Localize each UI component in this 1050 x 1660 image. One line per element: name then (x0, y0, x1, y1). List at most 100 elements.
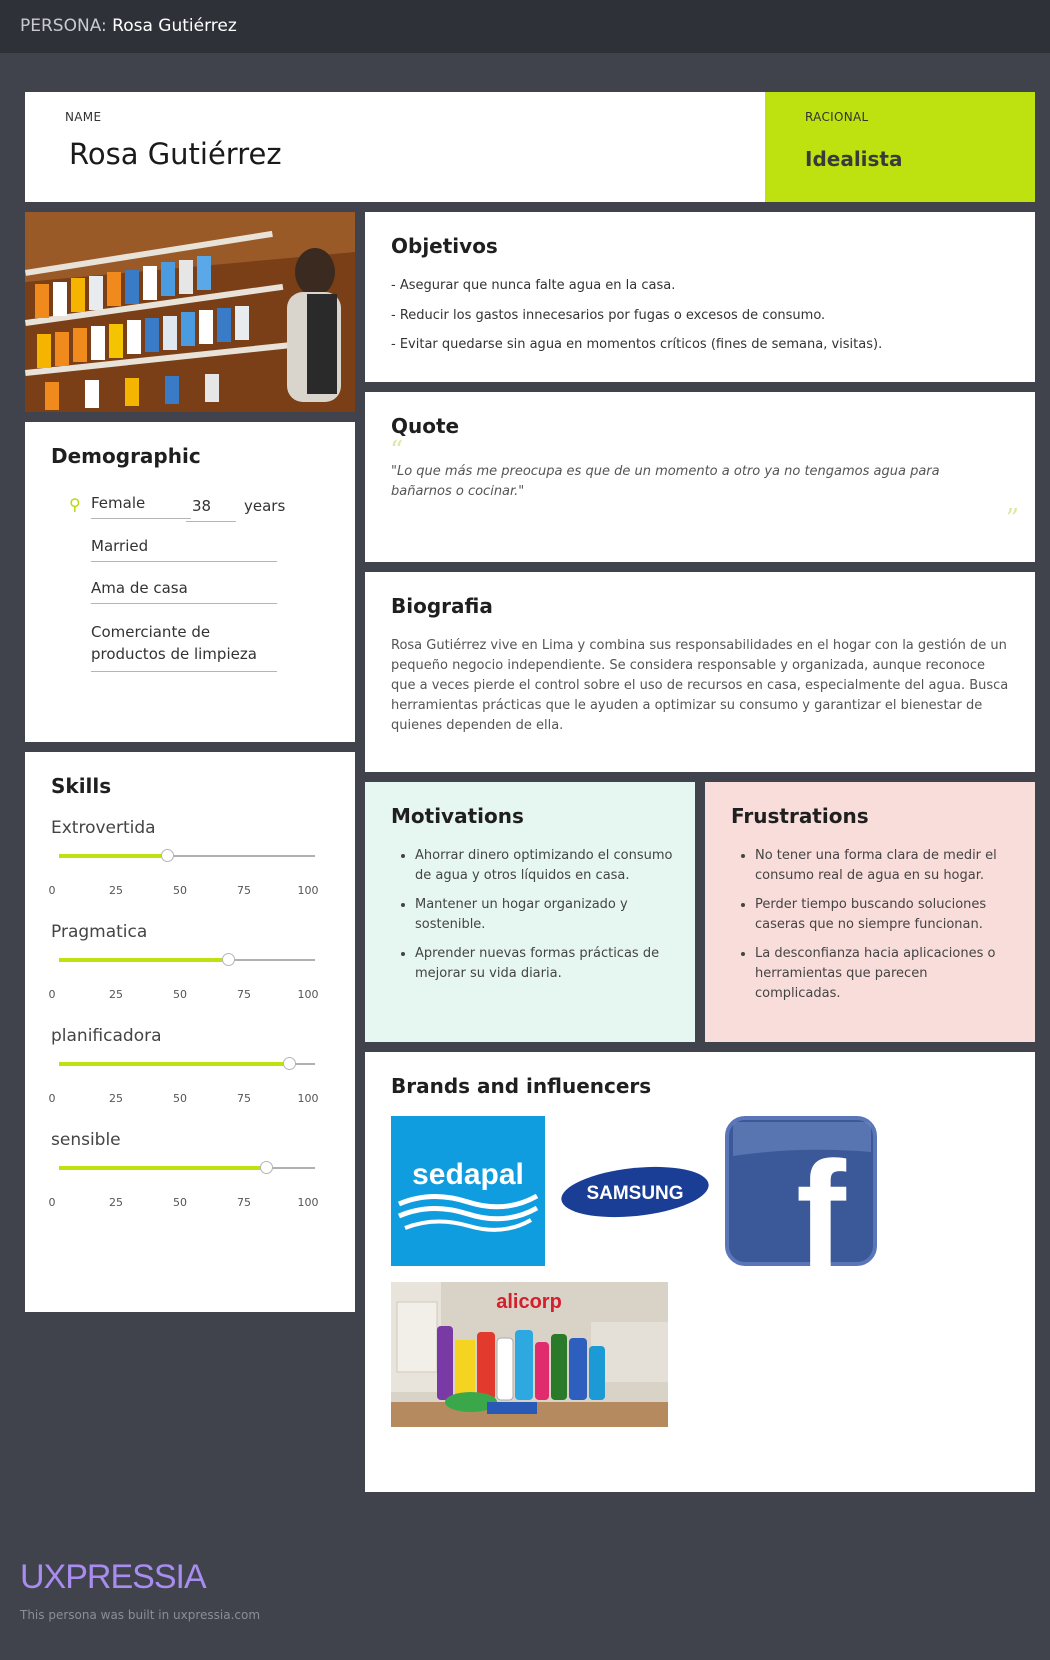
skills-title: Skills (51, 774, 112, 798)
slider-handle[interactable] (283, 1057, 297, 1070)
list-item: La desconfianza hacia aplicaciones o her… (755, 944, 1013, 1004)
tick-label: 50 (173, 1092, 187, 1105)
slider-track[interactable] (59, 1161, 315, 1174)
list-item: Aprender nuevas formas prácticas de mejo… (415, 944, 673, 984)
tick-label: 100 (297, 1196, 319, 1209)
racional-card: RACIONAL Idealista (765, 92, 1035, 202)
skill-slider[interactable]: Extrovertida 0 25 50 75 100 (25, 818, 355, 922)
slider-fill (59, 958, 228, 962)
slider-ticks: 0 25 50 75 100 (25, 1196, 355, 1210)
tick-label: 0 (48, 988, 56, 1001)
skill-name: Extrovertida (51, 818, 156, 838)
slider-track[interactable] (59, 953, 315, 966)
slider-ticks: 0 25 50 75 100 (25, 884, 355, 898)
tick-label: 50 (173, 1196, 187, 1209)
tick-label: 75 (237, 884, 251, 897)
racional-value[interactable]: Idealista (805, 147, 903, 171)
alicorp-wordmark: alicorp (496, 1291, 562, 1313)
objetivo-line: - Asegurar que nunca falte agua en la ca… (391, 278, 676, 293)
close-quote-icon: ” (1005, 504, 1019, 534)
slider-fill (59, 1062, 290, 1066)
gender-field[interactable]: ⚲ Female (69, 494, 191, 519)
persona-title-name: Rosa Gutiérrez (112, 16, 237, 36)
samsung-wordmark: SAMSUNG (586, 1183, 683, 1204)
tick-label: 50 (173, 884, 187, 897)
slider-ticks: 0 25 50 75 100 (25, 1092, 355, 1106)
alicorp-products-image[interactable]: alicorp (391, 1282, 668, 1427)
tick-label: 25 (109, 1092, 123, 1105)
slider-handle[interactable] (160, 849, 174, 862)
racional-label: RACIONAL (805, 110, 869, 124)
skill-slider[interactable]: sensible 0 25 50 75 100 (25, 1130, 355, 1234)
motivations-card: Motivations Ahorrar dinero optimizando e… (365, 782, 695, 1042)
slider-fill (59, 1166, 267, 1170)
slider-track[interactable] (59, 1057, 315, 1070)
tick-label: 75 (237, 1196, 251, 1209)
objetivo-line: - Reducir los gastos innecesarios por fu… (391, 308, 826, 323)
female-icon: ⚲ (69, 495, 81, 514)
occupation-field[interactable]: Comerciante de productos de limpieza (91, 621, 277, 672)
marital-status-field[interactable]: Married (91, 537, 277, 562)
tick-label: 100 (297, 1092, 319, 1105)
objetivos-card: Objetivos - Asegurar que nunca falte agu… (365, 212, 1035, 382)
role-field[interactable]: Ama de casa (91, 579, 277, 604)
brands-card: Brands and influencers sedapal SAMSUNG f (365, 1052, 1035, 1492)
name-card: NAME Rosa Gutiérrez (25, 92, 765, 202)
tick-label: 0 (48, 1196, 56, 1209)
biografia-card: Biografia Rosa Gutiérrez vive en Lima y … (365, 572, 1035, 772)
tick-label: 50 (173, 988, 187, 1001)
facebook-icon[interactable]: f (725, 1116, 877, 1298)
skills-card: Skills Extrovertida 0 25 50 75 100 Pragmatica 0… (25, 752, 355, 1312)
sedapal-logo[interactable]: sedapal (391, 1116, 545, 1266)
frustrations-list: No tener una forma clara de medir el con… (755, 846, 1013, 1013)
facebook-letter: f (796, 1130, 847, 1266)
age-field[interactable]: 38 (186, 497, 236, 522)
skill-name: planificadora (51, 1026, 162, 1046)
slider-handle[interactable] (221, 953, 235, 966)
quote-card: Quote “ "Lo que más me preocupa es que d… (365, 392, 1035, 562)
tick-label: 75 (237, 1092, 251, 1105)
skill-slider[interactable]: planificadora 0 25 50 75 100 (25, 1026, 355, 1130)
occupation-line-2: productos de limpieza (91, 645, 257, 663)
demographic-title: Demographic (51, 444, 201, 468)
motivations-title: Motivations (391, 804, 524, 828)
list-item: Perder tiempo buscando soluciones casera… (755, 895, 1013, 935)
slider-ticks: 0 25 50 75 100 (25, 988, 355, 1002)
frustrations-card: Frustrations No tener una forma clara de… (705, 782, 1035, 1042)
slider-track[interactable] (59, 849, 315, 862)
skill-name: Pragmatica (51, 922, 148, 942)
demographic-card: Demographic ⚲ Female 38 years Married Am… (25, 422, 355, 742)
footer-text: This persona was built in uxpressia.com (20, 1608, 261, 1622)
sedapal-wordmark: sedapal (412, 1158, 524, 1191)
list-item: No tener una forma clara de medir el con… (755, 846, 1013, 886)
list-item: Mantener un hogar organizado y sostenibl… (415, 895, 673, 935)
gender-value: Female (91, 494, 146, 512)
motivations-list: Ahorrar dinero optimizando el consumo de… (415, 846, 673, 993)
top-bar: PERSONA: Rosa Gutiérrez (0, 0, 1050, 53)
brands-title: Brands and influencers (391, 1074, 652, 1098)
tick-label: 25 (109, 1196, 123, 1209)
frustrations-title: Frustrations (731, 804, 869, 828)
persona-prefix: PERSONA: (20, 16, 107, 36)
objetivos-title: Objetivos (391, 234, 498, 258)
persona-name[interactable]: Rosa Gutiérrez (69, 137, 282, 171)
tick-label: 25 (109, 988, 123, 1001)
uxpressia-logo[interactable]: UXPRESSIA (20, 1558, 207, 1597)
tick-label: 100 (297, 884, 319, 897)
age-unit-label: years (244, 497, 286, 515)
name-label: NAME (65, 110, 102, 124)
tick-label: 100 (297, 988, 319, 1001)
slider-handle[interactable] (260, 1161, 274, 1174)
tick-label: 25 (109, 884, 123, 897)
tick-label: 75 (237, 988, 251, 1001)
list-item: Ahorrar dinero optimizando el consumo de… (415, 846, 673, 886)
tick-label: 0 (48, 1092, 56, 1105)
objetivo-line: - Evitar quedarse sin agua en momentos c… (391, 337, 883, 352)
quote-text[interactable]: "Lo que más me preocupa es que de un mom… (391, 462, 971, 502)
occupation-line-1: Comerciante de (91, 623, 211, 641)
samsung-logo[interactable]: SAMSUNG (560, 1162, 710, 1222)
skill-slider[interactable]: Pragmatica 0 25 50 75 100 (25, 922, 355, 1026)
biografia-title: Biografia (391, 594, 493, 618)
persona-photo (25, 212, 355, 412)
biografia-text[interactable]: Rosa Gutiérrez vive en Lima y combina su… (391, 636, 1009, 736)
